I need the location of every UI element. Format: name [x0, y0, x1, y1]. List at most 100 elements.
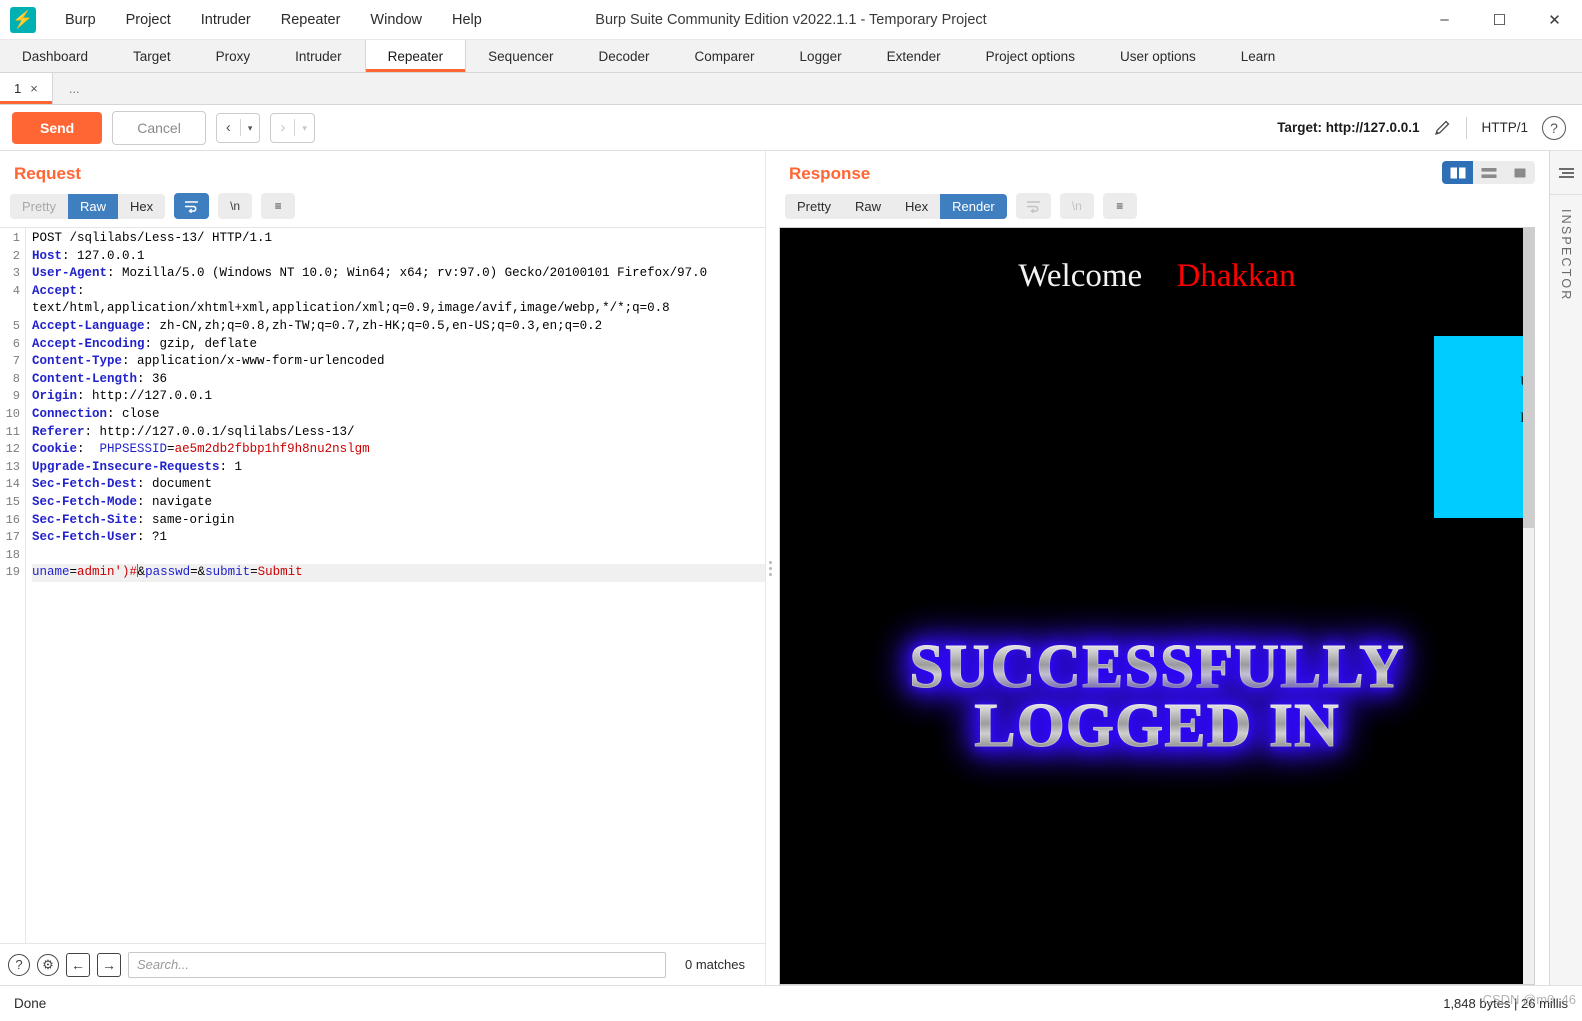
line-number: 11: [5, 424, 20, 439]
request-search-bar: ? ⚙ ← → 0 matches: [0, 943, 765, 985]
welcome-text: Welcome: [1018, 258, 1143, 294]
line-number: 15: [5, 494, 20, 509]
scrollbar-thumb[interactable]: [1523, 228, 1534, 528]
response-panel: Response Pretty Raw Hex Render \n ≡ Welc…: [775, 151, 1549, 985]
menu-item-repeater[interactable]: Repeater: [266, 6, 356, 34]
back-arrow-icon[interactable]: ‹: [217, 114, 240, 142]
back-nav-group[interactable]: ‹ ▾: [215, 112, 261, 143]
line-number-gutter: 1 2 3 4 5 6 7 8 9 10 11 12 13 14 15 16 17 18 19: [0, 228, 26, 943]
inspector-rail[interactable]: INSPECTOR: [1549, 151, 1582, 985]
layout-single-icon[interactable]: [1504, 161, 1535, 184]
request-menu-icon[interactable]: ≡: [261, 193, 296, 219]
send-button[interactable]: Send: [12, 111, 103, 144]
action-toolbar: Send Cancel ‹ ▾ › ▾ Target: http://127.0…: [0, 105, 1582, 151]
splitter-dot: [769, 572, 772, 576]
tab-logger[interactable]: Logger: [778, 40, 865, 72]
search-input[interactable]: [128, 951, 667, 978]
response-panel-title: Response: [789, 164, 871, 183]
menu-item-window[interactable]: Window: [355, 6, 437, 34]
request-code[interactable]: POST /sqlilabs/Less-13/ HTTP/1.1 Host: 12…: [26, 228, 765, 943]
status-bar: Done 1,848 bytes | 26 millis CSDN @m0_46: [0, 985, 1582, 1021]
word-wrap-icon[interactable]: [1015, 193, 1051, 219]
chevron-down-icon[interactable]: ▾: [295, 114, 314, 142]
add-repeater-tab-button[interactable]: ...: [53, 73, 96, 104]
response-view-hex[interactable]: Hex: [892, 193, 941, 219]
tab-repeater[interactable]: Repeater: [364, 40, 467, 72]
maximize-button[interactable]: ☐: [1472, 0, 1527, 40]
search-prev-button[interactable]: ←: [66, 952, 90, 977]
close-button[interactable]: ✕: [1527, 0, 1582, 40]
success-banner: SUCCESSFULLY LOGGED IN: [780, 636, 1534, 760]
response-stats: 1,848 bytes | 26 millis: [1443, 996, 1568, 1011]
response-view-pretty[interactable]: Pretty: [785, 193, 843, 219]
cancel-button[interactable]: Cancel: [112, 110, 206, 145]
layout-stacked-icon[interactable]: [1473, 161, 1504, 184]
show-newlines-icon[interactable]: \n: [1059, 193, 1094, 219]
menu-item-help[interactable]: Help: [437, 6, 497, 34]
menu-item-project[interactable]: Project: [111, 6, 186, 34]
panel-splitter[interactable]: [765, 151, 775, 985]
request-view-raw[interactable]: Raw: [67, 193, 118, 219]
request-header-line: Sec-Fetch-Dest: document: [32, 477, 213, 492]
tab-comparer[interactable]: Comparer: [673, 40, 778, 72]
line-number: 14: [5, 477, 20, 492]
request-header-line: Referer: http://127.0.0.1/sqlilabs/Less-…: [32, 424, 355, 439]
request-view-pretty[interactable]: Pretty: [10, 193, 68, 219]
close-icon[interactable]: ×: [30, 81, 38, 96]
response-scrollbar[interactable]: [1523, 228, 1534, 984]
help-icon[interactable]: ?: [1542, 115, 1566, 140]
tab-sequencer[interactable]: Sequencer: [466, 40, 576, 72]
request-header-line: Content-Type: application/x-www-form-url…: [32, 354, 385, 369]
tab-extender[interactable]: Extender: [865, 40, 964, 72]
tab-intruder[interactable]: Intruder: [273, 40, 365, 72]
request-header-line: User-Agent: Mozilla/5.0 (Windows NT 10.0…: [32, 266, 708, 281]
request-header-line: Accept-Encoding: gzip, deflate: [32, 336, 258, 351]
tab-project-options[interactable]: Project options: [964, 40, 1098, 72]
line-number: 12: [5, 442, 20, 457]
login-form-box: U P: [1434, 336, 1534, 518]
line-number: 8: [12, 371, 20, 386]
minimize-button[interactable]: –: [1417, 0, 1472, 40]
menu-item-burp[interactable]: Burp: [50, 6, 111, 34]
line-number: 19: [5, 565, 20, 580]
line-number: 16: [5, 512, 20, 527]
chevron-down-icon[interactable]: ▾: [241, 114, 260, 142]
tab-learn[interactable]: Learn: [1219, 40, 1299, 72]
request-header-line: Cookie: PHPSESSID=ae5m2db2fbbp1hf9h8nu2n…: [32, 442, 370, 457]
request-editor[interactable]: 1 2 3 4 5 6 7 8 9 10 11 12 13 14 15 16 17 18 19 POST /sqli…: [0, 228, 765, 943]
request-header-line: Sec-Fetch-User: ?1: [32, 530, 168, 545]
gear-icon[interactable]: ⚙: [37, 953, 59, 976]
tab-proxy[interactable]: Proxy: [194, 40, 274, 72]
response-view-raw[interactable]: Raw: [842, 193, 893, 219]
search-next-button[interactable]: →: [97, 952, 121, 977]
word-wrap-icon[interactable]: [174, 193, 210, 219]
request-view-hex[interactable]: Hex: [117, 193, 166, 219]
forward-arrow-icon[interactable]: ›: [271, 114, 294, 142]
tab-decoder[interactable]: Decoder: [576, 40, 672, 72]
request-view-toolbar: Pretty Raw Hex \n ≡: [0, 193, 765, 227]
main-tab-bar: Dashboard Target Proxy Intruder Repeater…: [0, 40, 1582, 73]
response-menu-icon[interactable]: ≡: [1102, 193, 1137, 219]
pencil-icon[interactable]: [1433, 118, 1452, 137]
line-number: 7: [12, 354, 20, 369]
http-version-label[interactable]: HTTP/1: [1481, 120, 1528, 135]
menu-item-intruder[interactable]: Intruder: [186, 6, 266, 34]
inspector-toggle-icon[interactable]: [1550, 151, 1582, 195]
target-label: Target: http://127.0.0.1: [1277, 120, 1420, 135]
request-header-line: POST /sqlilabs/Less-13/ HTTP/1.1: [32, 231, 273, 245]
username-text: Dhakkan: [1176, 258, 1296, 294]
tab-user-options[interactable]: User options: [1098, 40, 1219, 72]
repeater-tab-strip: 1 × ...: [0, 73, 1582, 105]
tab-target[interactable]: Target: [111, 40, 194, 72]
line-number: 10: [5, 406, 20, 421]
layout-side-by-side-icon[interactable]: [1442, 161, 1473, 184]
response-render-view: Welcome Dhakkan U P SUCCESSFULLY LOGGED …: [779, 227, 1535, 985]
repeater-tab-1[interactable]: 1 ×: [0, 73, 53, 104]
help-icon[interactable]: ?: [8, 953, 30, 976]
success-line-2: LOGGED IN: [974, 691, 1340, 760]
tab-dashboard[interactable]: Dashboard: [0, 40, 111, 72]
show-newlines-icon[interactable]: \n: [218, 193, 253, 219]
request-header-line: Origin: http://127.0.0.1: [32, 389, 213, 404]
forward-nav-group[interactable]: › ▾: [270, 112, 315, 143]
response-view-render[interactable]: Render: [940, 193, 1007, 219]
